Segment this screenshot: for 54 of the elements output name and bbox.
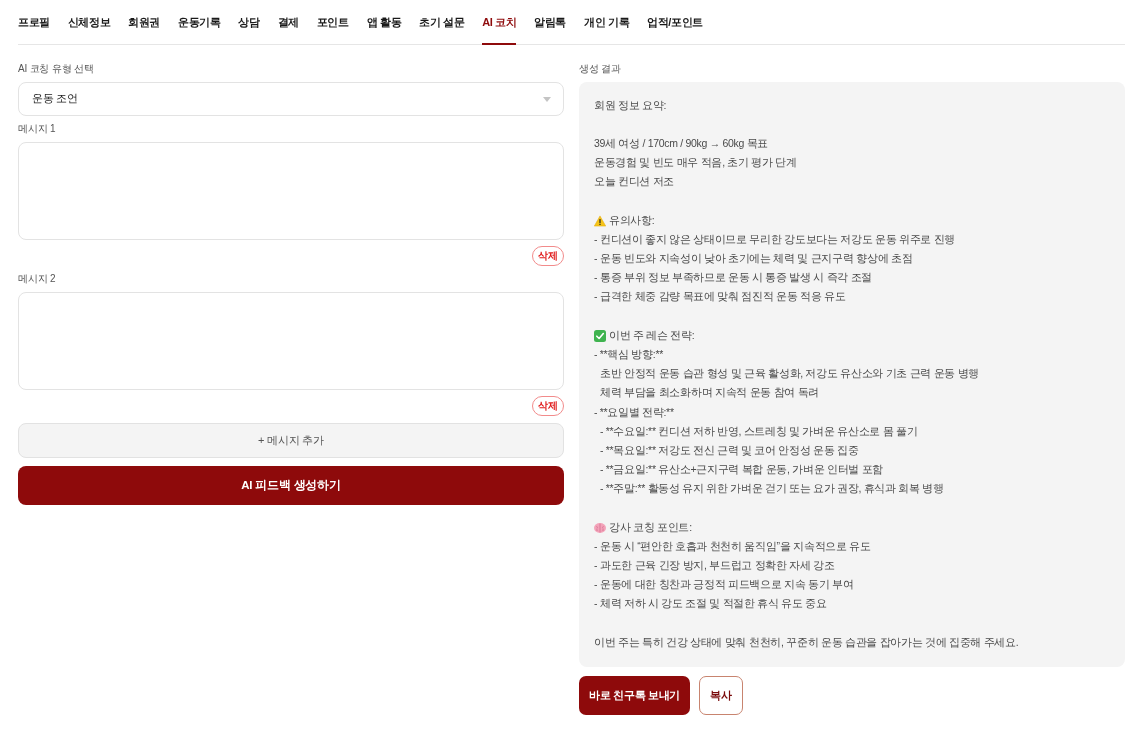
message-field[interactable] — [18, 142, 564, 240]
tab[interactable]: 포인트 — [316, 0, 349, 45]
tab[interactable]: 알림톡 — [534, 0, 567, 45]
result-text: - **금요일:** 유산소+근지구력 복합 운동, 가벼운 인터벌 포함 — [600, 463, 884, 478]
result-text: - 운동 시 “편안한 호흡과 천천히 움직임”을 지속적으로 유도 — [594, 539, 871, 554]
result-text: 회원 정보 요약: — [594, 98, 667, 113]
field-label: 메시지 2 — [18, 272, 56, 286]
result-text: - 운동 빈도와 지속성이 낮아 초기에는 체력 및 근지구력 향상에 초점 — [594, 252, 913, 267]
result-text: 운동경험 및 빈도 매우 적음, 초기 평가 단계 — [594, 156, 797, 171]
result-text: 체력 부담을 최소화하며 지속적 운동 참여 독려 — [600, 386, 819, 401]
result-text: - 통증 부위 정보 부족하므로 운동 시 통증 발생 시 즉각 조절 — [594, 271, 873, 286]
tab[interactable]: 운동기록 — [178, 0, 221, 45]
message-field[interactable] — [18, 292, 564, 390]
tab[interactable]: 개인 기록 — [584, 0, 630, 45]
result-text: - **목요일:** 저강도 전신 근력 및 코어 안정성 운동 집중 — [600, 443, 859, 458]
tab[interactable]: 상담 — [238, 0, 260, 45]
tab[interactable]: 결제 — [277, 0, 299, 45]
tab[interactable]: 프로필 — [18, 0, 50, 45]
result-text: 초반 안정적 운동 습관 형성 및 근육 활성화, 저강도 유산소와 기초 근력 운동 병행 — [600, 367, 980, 382]
result-text: - 과도한 근육 긴장 방지, 부드럽고 정확한 자세 강조 — [594, 559, 835, 574]
tab[interactable]: 신체정보 — [67, 0, 111, 45]
result-text: 유의사항: — [609, 213, 655, 228]
result-text: 이번 주는 특히 건강 상태에 맞춰 천천히, 꾸준히 운동 습관을 잡아가는 것에 집중해 주세요. — [594, 635, 1019, 650]
copy-button[interactable]: 복사 — [699, 676, 743, 716]
result-text: - **핵심 방향:** — [594, 348, 663, 363]
tab[interactable]: 회원권 — [128, 0, 161, 45]
delete-button[interactable]: 삭제 — [532, 396, 564, 416]
result-text: - 체력 저하 시 강도 조절 및 적절한 휴식 유도 중요 — [594, 597, 827, 612]
result-text: 이번 주 레슨 전략: — [609, 328, 695, 343]
result-text: 강사 코칭 포인트: — [609, 520, 692, 535]
tab[interactable]: 초기 설문 — [419, 0, 465, 45]
generate-feedback-button[interactable]: AI 피드백 생성하기 — [18, 466, 564, 505]
caret-icon — [543, 96, 551, 102]
result-text: - **요일별 전략:** — [594, 405, 674, 420]
result-text: 오늘 컨디션 저조 — [594, 175, 675, 190]
field-label: AI 코칭 유형 선택 — [18, 62, 94, 76]
section-label: 생성 결과 — [579, 62, 621, 76]
brain-icon — [594, 521, 606, 534]
coaching-type-select[interactable]: 운동 조언 — [18, 82, 564, 116]
result-text: - **주말:** 활동성 유지 위한 가벼운 걷기 또는 요가 권장, 휴식과 회복 병행 — [600, 482, 944, 497]
result-text: - 컨디션이 좋지 않은 상태이므로 무리한 강도보다는 저강도 운동 위주로 진행 — [594, 232, 956, 247]
field-label: 메시지 1 — [18, 122, 56, 136]
tab[interactable]: 앱 활동 — [366, 0, 402, 45]
result-text: - 급격한 체중 감량 목표에 맞춰 점진적 운동 적응 유도 — [594, 290, 846, 305]
result-text: - **수요일:** 컨디션 저하 반영, 스트레칭 및 가벼운 유산소로 몸 풀기 — [600, 424, 918, 439]
delete-button[interactable]: 삭제 — [532, 246, 564, 266]
warning-icon — [594, 214, 606, 227]
result-text: 39세 여성 / 170cm / 90kg → 60kg 목표 — [594, 136, 769, 151]
result-text: - 운동에 대한 칭찬과 긍정적 피드백으로 지속 동기 부여 — [594, 578, 854, 593]
tab[interactable]: AI 코치 — [482, 0, 517, 45]
send-button[interactable]: 바로 친구톡 보내기 — [579, 676, 691, 716]
add-message-button[interactable]: + 메시지 추가 — [18, 423, 564, 458]
tab[interactable]: 업적/포인트 — [647, 0, 703, 45]
check-icon — [594, 329, 606, 342]
